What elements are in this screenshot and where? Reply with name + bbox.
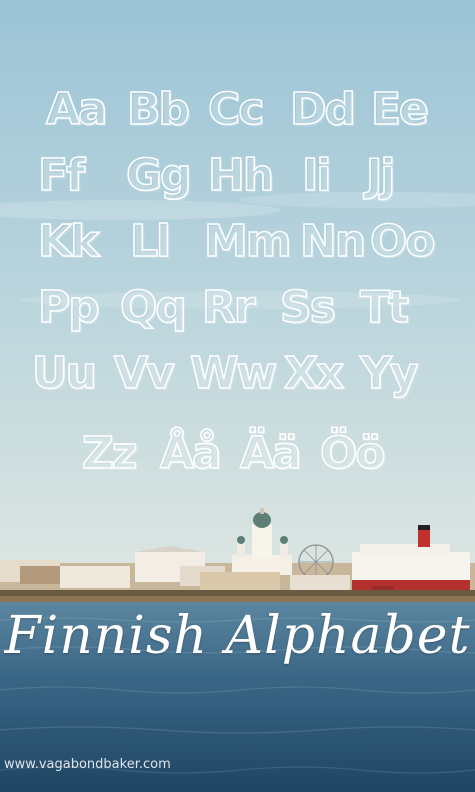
letter-pair-pp: Pp bbox=[37, 282, 100, 333]
letter-pair-ss: Ss bbox=[279, 282, 336, 333]
letter-pair-vv: Vv bbox=[113, 348, 175, 399]
letter-pair-dd: Dd bbox=[289, 84, 357, 135]
title-finnish-alphabet: Finnish Alphabet bbox=[4, 606, 471, 666]
letter-pair-hh: Hh bbox=[207, 150, 275, 201]
letter-pair-oo: Oo bbox=[369, 216, 436, 267]
letter-pair-zz: Zz bbox=[81, 428, 138, 479]
letter-pair-xx: Xx bbox=[283, 348, 345, 399]
letter-pair-ff: Ff bbox=[37, 150, 86, 201]
watermark-url: www.vagabondbaker.com bbox=[4, 757, 171, 772]
letter-pair-bb: Bb bbox=[126, 84, 191, 135]
letter-pair-ll: Ll bbox=[129, 216, 172, 267]
letter-pair-uu: Uu bbox=[31, 348, 98, 399]
alphabet-grid: Aa Bb Cc Dd Ee Ff Gg Hh Ii Jj Kk Ll Mm N… bbox=[0, 0, 475, 792]
letter-pair-tt: Tt bbox=[359, 282, 410, 333]
letter-pair-aa-umlaut: Ää bbox=[239, 428, 302, 479]
letter-pair-aa: Aa bbox=[45, 84, 108, 135]
letter-pair-gg: Gg bbox=[125, 150, 192, 201]
letter-pair-kk: Kk bbox=[37, 216, 100, 267]
letter-pair-ee: Ee bbox=[370, 84, 430, 135]
letter-pair-ii: Ii bbox=[301, 150, 332, 201]
letter-pair-rr: Rr bbox=[201, 282, 256, 333]
letter-pair-jj: Jj bbox=[365, 150, 396, 201]
letter-pair-aa-ring: Åå bbox=[159, 428, 222, 479]
letter-pair-qq: Qq bbox=[119, 282, 188, 333]
letter-pair-ww: Ww bbox=[189, 348, 278, 399]
letter-pair-mm: Mm bbox=[203, 216, 292, 267]
letter-pair-yy: Yy bbox=[359, 348, 419, 399]
letter-pair-cc: Cc bbox=[207, 84, 265, 135]
letter-pair-nn: Nn bbox=[299, 216, 367, 267]
letter-pair-oo-umlaut: Öö bbox=[319, 428, 386, 479]
